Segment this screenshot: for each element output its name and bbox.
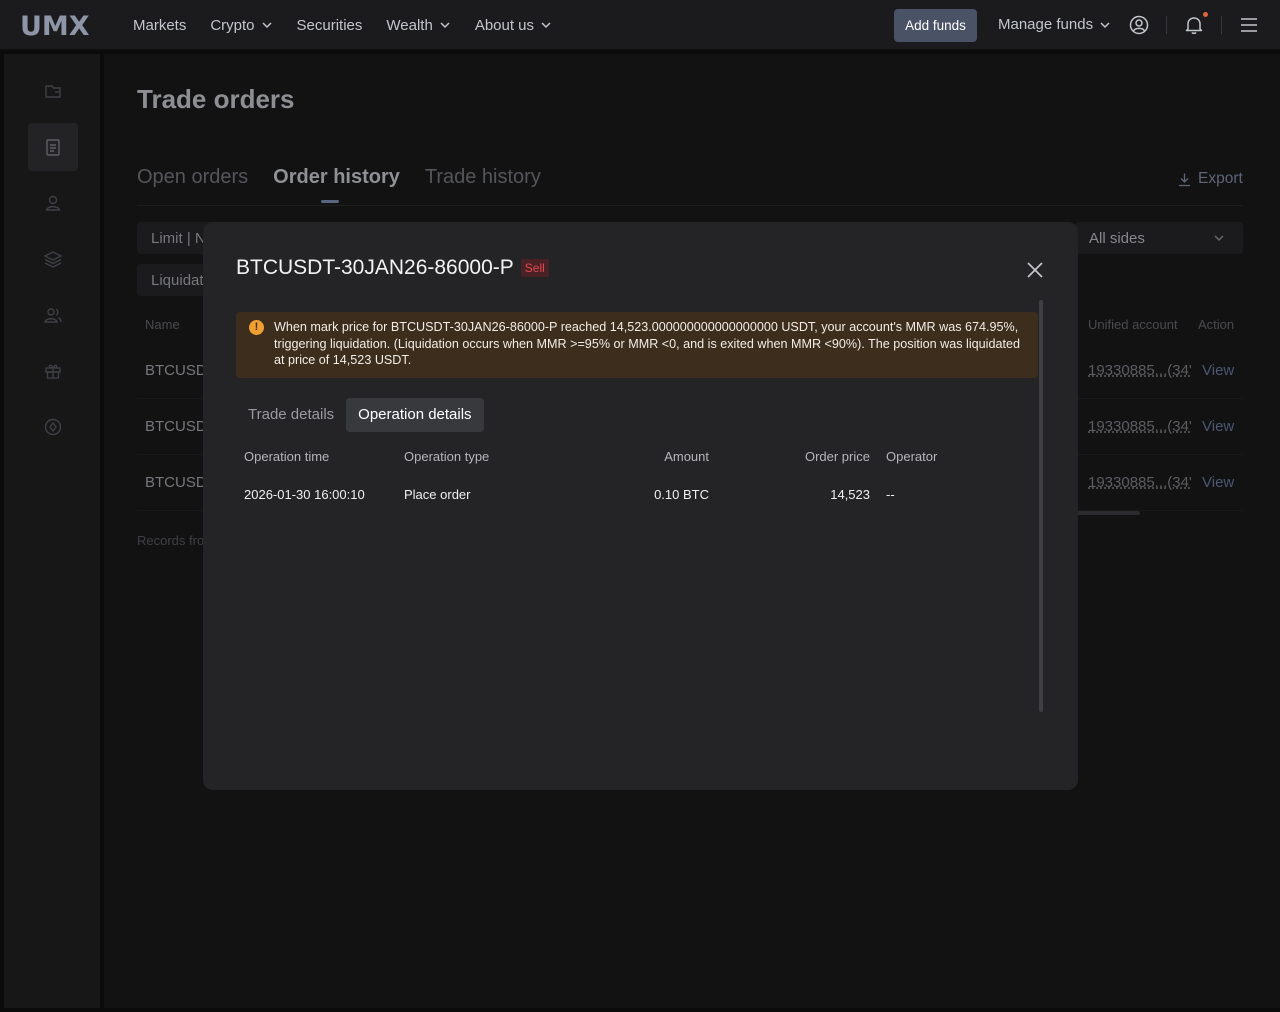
chevron-down-icon (1214, 235, 1224, 241)
column-header-operation-time: Operation time (244, 449, 330, 464)
warning-icon: ! (249, 320, 264, 335)
tab-trade-details[interactable]: Trade details (236, 398, 346, 432)
tab-divider (137, 205, 1243, 206)
users-icon (44, 308, 62, 323)
modal-header: BTCUSDT-30JAN26-86000-P Sell (236, 256, 549, 280)
sidebar-item-users[interactable] (28, 291, 78, 339)
order-detail-modal: BTCUSDT-30JAN26-86000-P Sell ! When mark… (203, 222, 1078, 790)
profile-icon (45, 195, 61, 211)
orders-icon (46, 139, 60, 156)
add-funds-button[interactable]: Add funds (894, 9, 977, 42)
modal-tabs: Trade details Operation details (236, 398, 484, 432)
nav-crypto[interactable]: Crypto (210, 17, 272, 34)
chevron-down-icon (262, 22, 272, 29)
cell-order-price: 14,523 (830, 487, 870, 502)
sidebar-item-rewards[interactable] (28, 347, 78, 395)
cell-operation-type: Place order (404, 487, 471, 502)
chevron-down-icon (541, 22, 551, 29)
compass-icon (44, 418, 62, 436)
table-row-account[interactable]: 19330885...(34' (1088, 474, 1192, 491)
cell-operator: -- (886, 487, 895, 502)
layers-icon (43, 251, 63, 268)
order-tabs: Open orders Order history Trade history (137, 166, 541, 189)
gift-icon (45, 364, 61, 379)
main-nav: Markets Crypto Securities Wealth About u… (133, 0, 576, 50)
manage-funds-label: Manage funds (998, 16, 1094, 33)
nav-about-us[interactable]: About us (475, 17, 552, 34)
active-tab-indicator (321, 200, 339, 203)
modal-scrollbar[interactable] (1039, 300, 1043, 712)
table-row-account[interactable]: 19330885...(34' (1088, 362, 1192, 379)
view-button[interactable]: View (1202, 418, 1234, 435)
nav-label: Crypto (210, 16, 255, 34)
column-header-account: Unified account (1088, 317, 1178, 332)
cell-operation-time: 2026-01-30 16:00:10 (244, 487, 365, 502)
export-label: Export (1198, 170, 1243, 187)
nav-label: About us (474, 16, 535, 34)
column-header-order-price: Order price (804, 449, 870, 464)
nav-securities[interactable]: Securities (297, 17, 363, 34)
user-circle-icon[interactable] (1128, 14, 1150, 36)
nav-divider (1166, 16, 1167, 34)
sidebar-item-orders[interactable] (28, 123, 78, 171)
nav-markets[interactable]: Markets (133, 17, 186, 34)
horizontal-scrollbar[interactable] (1075, 511, 1140, 515)
bell-icon[interactable] (1183, 14, 1205, 36)
chevron-down-icon (1100, 21, 1110, 28)
menu-icon[interactable] (1238, 14, 1260, 36)
cell-amount: 0.10 BTC (654, 487, 709, 502)
nav-label: Wealth (386, 16, 433, 34)
sides-filter[interactable]: All sides (1075, 222, 1243, 254)
records-footer: Records fro (137, 533, 205, 548)
column-header-operator: Operator (886, 449, 938, 464)
column-header-action: Action (1198, 317, 1235, 332)
table-row-account[interactable]: 19330885...(34' (1088, 418, 1192, 435)
tab-open-orders[interactable]: Open orders (137, 166, 248, 189)
filter-label: Liquidat (151, 271, 204, 289)
nav-label: Markets (133, 16, 187, 34)
sidebar-item-wallet[interactable] (28, 67, 78, 115)
sidebar-item-layers[interactable] (28, 235, 78, 283)
sidebar (4, 54, 100, 1008)
download-icon (1179, 173, 1190, 186)
nav-label: Securities (296, 16, 363, 34)
export-button[interactable]: Export (1177, 170, 1243, 188)
tab-trade-history[interactable]: Trade history (425, 166, 541, 189)
liquidation-notice: ! When mark price for BTCUSDT-30JAN26-86… (236, 312, 1038, 378)
view-button[interactable]: View (1202, 474, 1234, 491)
tab-operation-details[interactable]: Operation details (346, 398, 484, 432)
nav-wealth[interactable]: Wealth (386, 17, 450, 34)
side-badge: Sell (520, 259, 549, 277)
brand-logo[interactable]: UMX (20, 11, 90, 42)
tab-order-history[interactable]: Order history (273, 166, 400, 189)
filter-label: All sides (1089, 229, 1145, 247)
column-header-operation-type: Operation type (404, 449, 490, 464)
wallet-icon (45, 85, 61, 98)
column-header-name: Name (145, 317, 180, 332)
nav-divider (1221, 16, 1222, 34)
close-icon[interactable] (1025, 260, 1045, 280)
sidebar-item-explore[interactable] (28, 403, 78, 451)
column-header-amount: Amount (664, 449, 709, 464)
top-navigation: UMX Markets Crypto Securities Wealth Abo… (0, 0, 1280, 50)
chevron-down-icon (440, 22, 450, 29)
sidebar-item-profile[interactable] (28, 179, 78, 227)
notice-text: When mark price for BTCUSDT-30JAN26-8600… (274, 320, 1020, 367)
page-title: Trade orders (137, 84, 295, 114)
modal-title: BTCUSDT-30JAN26-86000-P (236, 256, 514, 279)
filter-label: Limit | N (151, 229, 206, 247)
manage-funds-menu[interactable]: Manage funds (998, 16, 1111, 33)
notification-dot (1203, 12, 1208, 17)
view-button[interactable]: View (1202, 362, 1234, 379)
